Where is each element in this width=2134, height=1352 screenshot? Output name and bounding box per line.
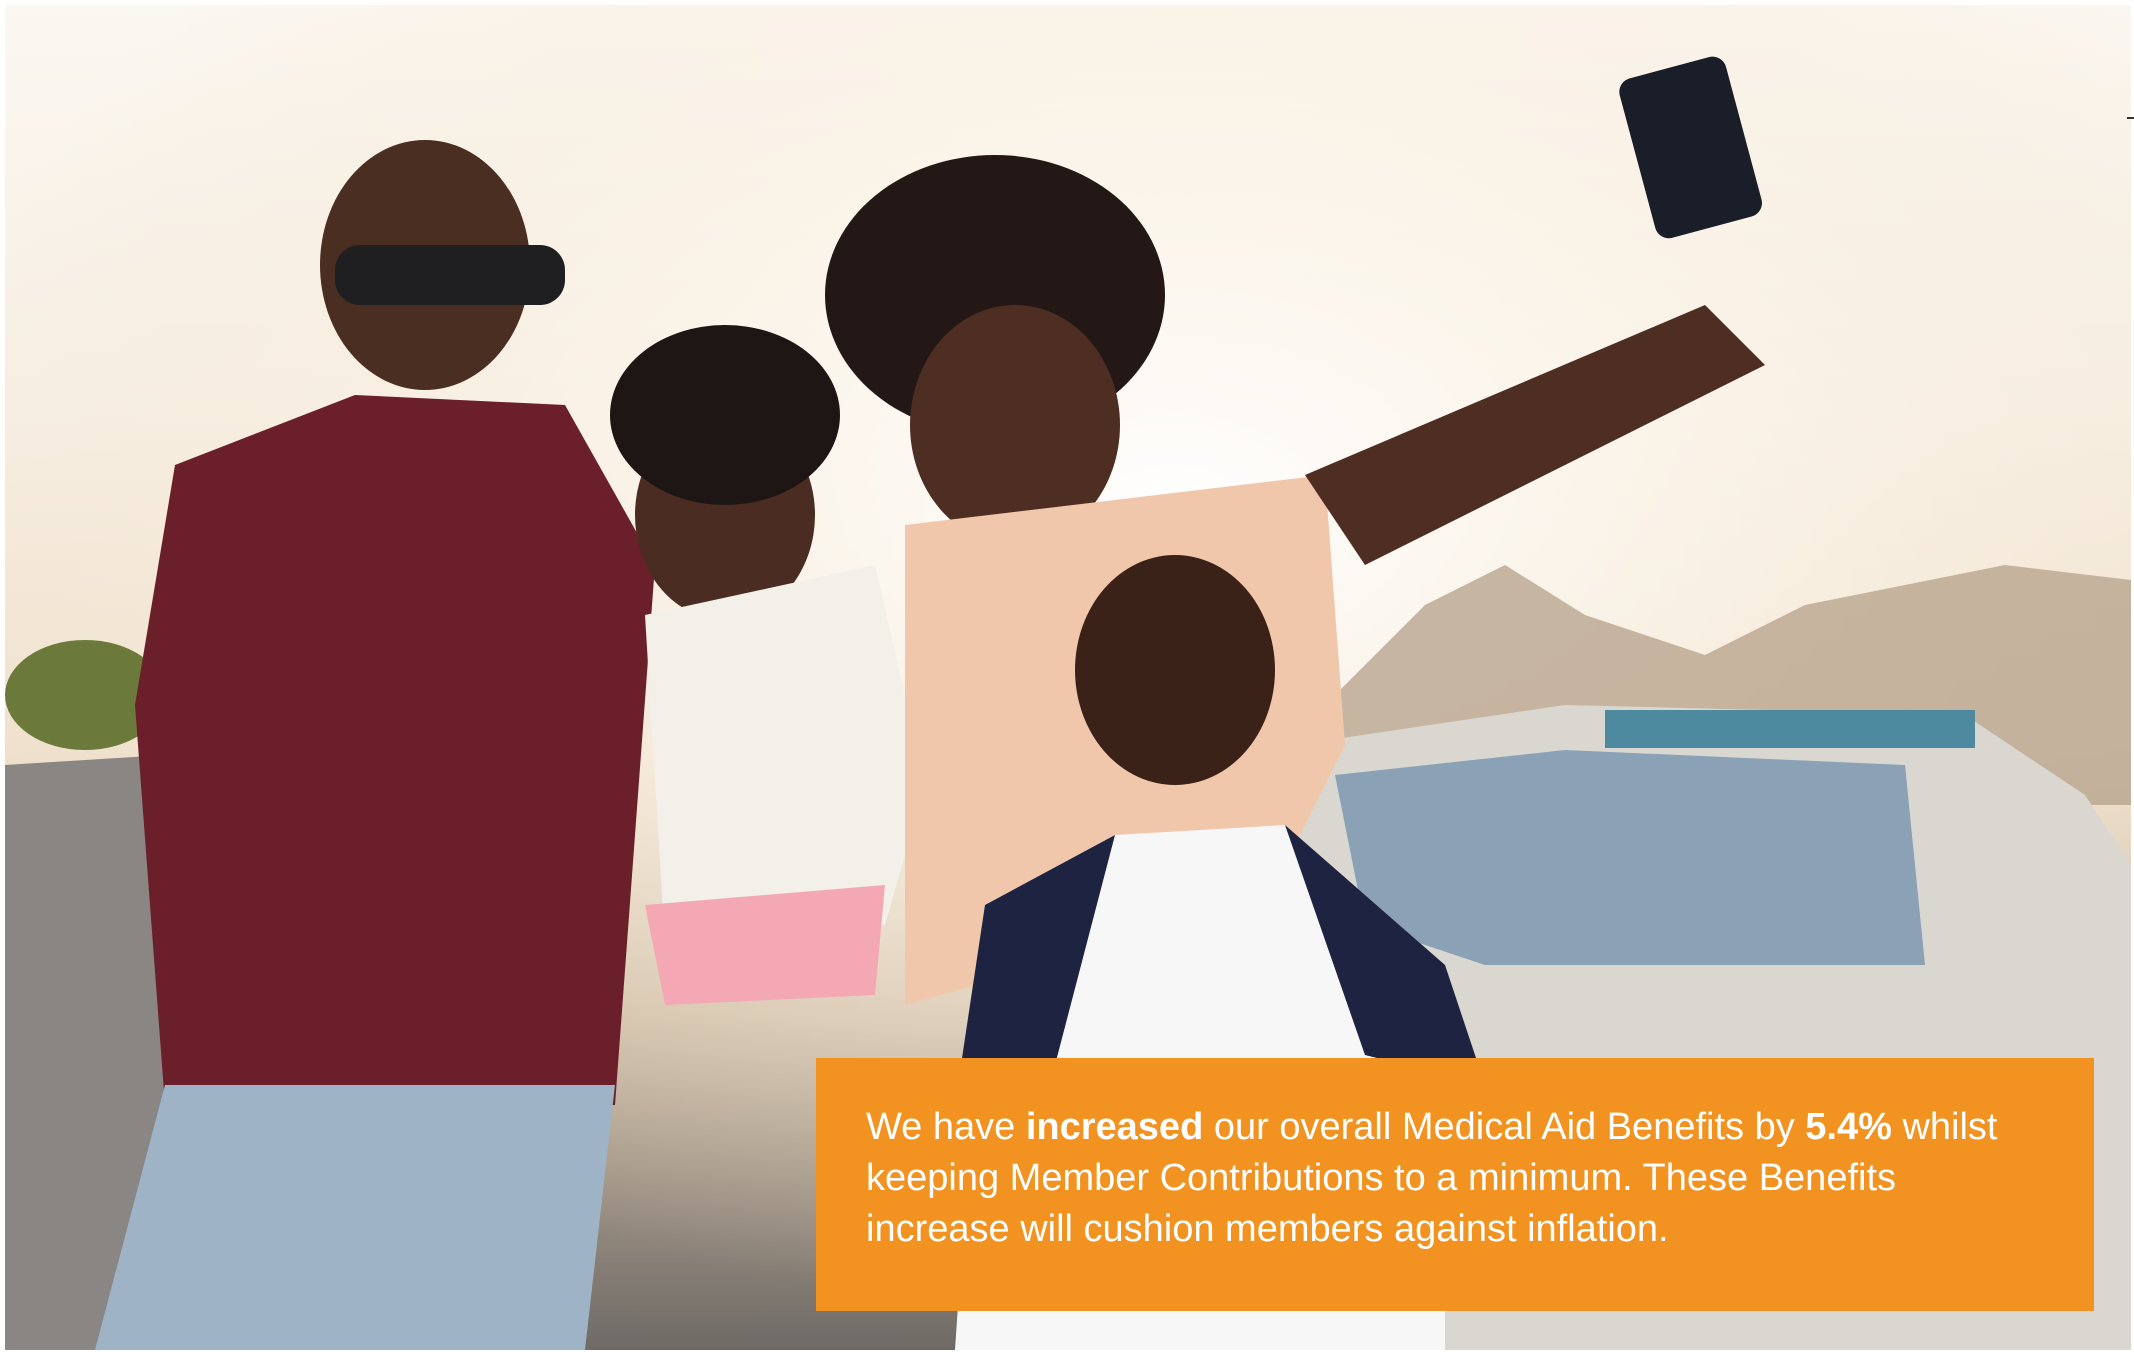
girl-shorts	[645, 885, 885, 1005]
sunglasses	[335, 245, 565, 305]
car-windshield	[1335, 750, 1925, 965]
roof-luggage	[1605, 710, 1975, 748]
benefits-callout: We have increased our overall Medical Ai…	[816, 1058, 2094, 1311]
callout-text-2: our overall Medical Aid Benefits by	[1203, 1106, 1806, 1148]
callout-text-1: We have	[866, 1106, 1026, 1148]
man-shorts	[95, 1085, 615, 1350]
boy-head	[1075, 555, 1275, 785]
man-shirt	[135, 395, 655, 1105]
callout-bold-increased: increased	[1025, 1106, 1204, 1148]
edge-mark	[2127, 117, 2134, 119]
girl-hair	[610, 325, 840, 505]
callout-bold-percentage: 5.4%	[1805, 1106, 1892, 1148]
